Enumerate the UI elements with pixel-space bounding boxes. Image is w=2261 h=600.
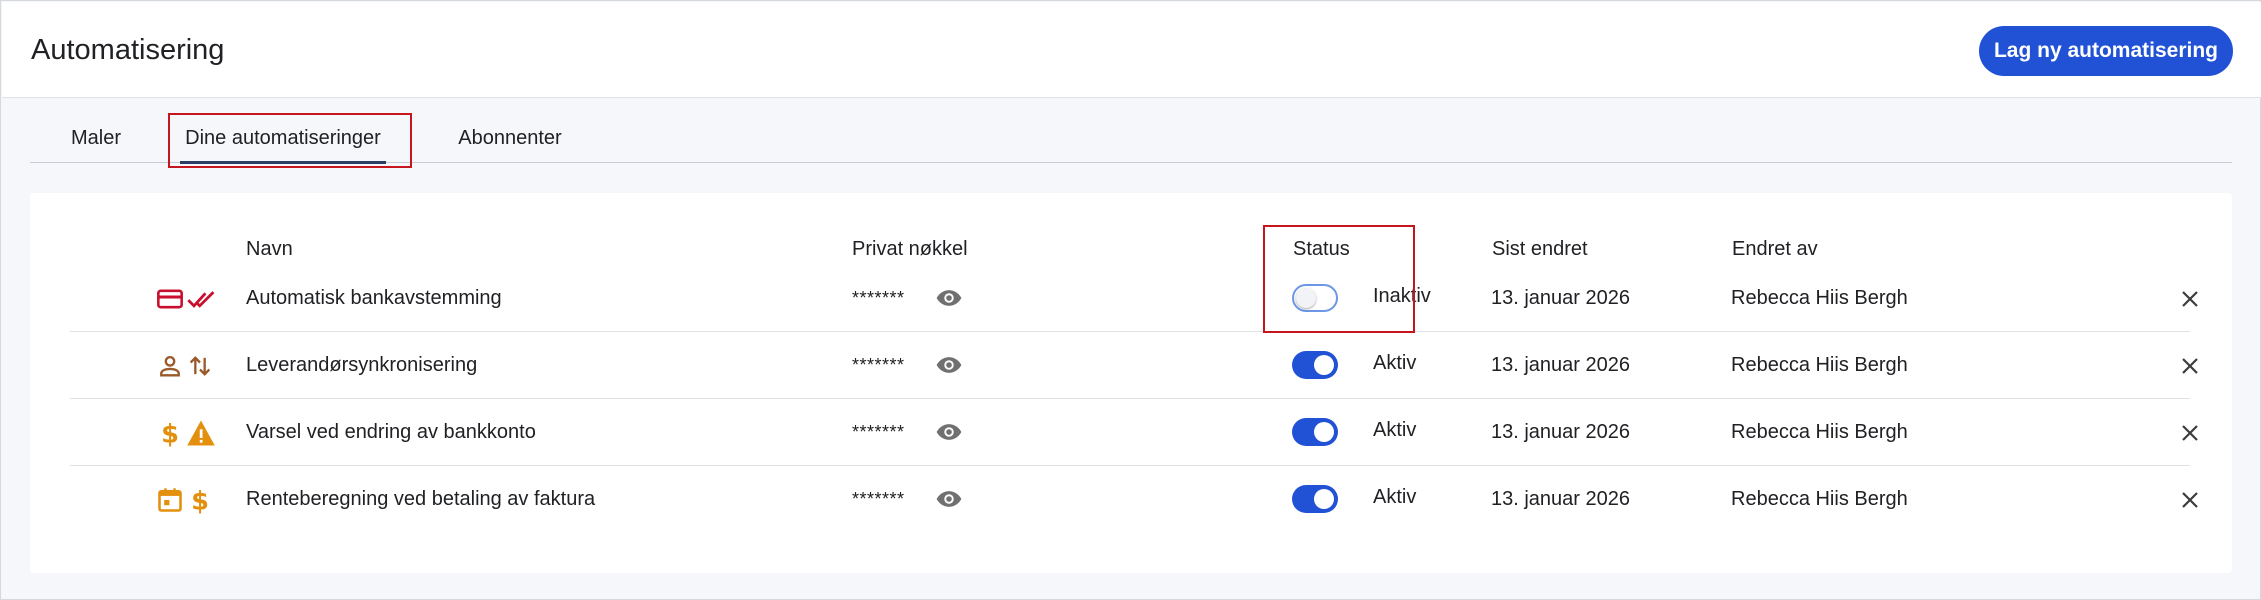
status-label: Aktiv — [1373, 352, 1417, 374]
app-frame: Automatisering Lag ny automatisering Mal… — [0, 0, 2261, 600]
status-toggle[interactable] — [1292, 418, 1338, 446]
column-header-name[interactable]: Navn — [246, 237, 293, 261]
last-changed-date: 13. januar 2026 — [1491, 488, 1631, 510]
close-icon[interactable] — [2180, 490, 2200, 510]
eye-icon[interactable] — [935, 356, 963, 374]
dollar-icon: $ — [161, 419, 179, 447]
automation-name[interactable]: Leverandørsynkronisering — [246, 332, 477, 399]
table-row[interactable]: Automatisk bankavstemming ******* Inakti… — [70, 265, 2198, 332]
private-key-cell: ******* — [852, 265, 962, 332]
highlight-box-status — [1263, 225, 1415, 333]
automations-table-card: Navn Privat nøkkel Status Sist endret En… — [30, 193, 2232, 573]
private-key-mask: ******* — [852, 489, 905, 509]
changed-by-name: Rebecca Hiis Bergh — [1731, 354, 1908, 376]
calendar-icon — [158, 488, 182, 512]
column-header-changed-by[interactable]: Endret av — [1732, 237, 1818, 261]
close-icon[interactable] — [2180, 289, 2200, 309]
status-toggle[interactable] — [1292, 351, 1338, 379]
status-toggle[interactable] — [1292, 485, 1338, 513]
last-changed-date: 13. januar 2026 — [1491, 287, 1631, 309]
toggle-knob — [1314, 422, 1334, 442]
close-icon[interactable] — [2180, 356, 2200, 376]
private-key-cell: ******* — [852, 332, 962, 399]
row-icons — [156, 352, 220, 380]
private-key-mask: ******* — [852, 355, 905, 375]
status-label: Aktiv — [1373, 419, 1417, 441]
changed-by-name: Rebecca Hiis Bergh — [1731, 421, 1908, 443]
row-icons — [156, 285, 220, 313]
eye-icon[interactable] — [935, 490, 963, 508]
eye-icon[interactable] — [935, 289, 963, 307]
column-header-private-key[interactable]: Privat nøkkel — [852, 237, 968, 261]
automation-name[interactable]: Automatisk bankavstemming — [246, 265, 502, 332]
status-label: Aktiv — [1373, 486, 1417, 508]
person-icon — [160, 355, 180, 377]
table-row[interactable]: Leverandørsynkronisering ******* Aktiv 1… — [70, 332, 2198, 399]
column-header-last-changed[interactable]: Sist endret — [1492, 237, 1588, 261]
create-automation-button[interactable]: Lag ny automatisering — [1979, 26, 2233, 76]
tab-abonnenter[interactable]: Abonnenter — [442, 113, 578, 163]
toggle-knob — [1314, 355, 1334, 375]
swap-vertical-icon — [189, 356, 211, 376]
tab-maler[interactable]: Maler — [66, 113, 126, 163]
eye-icon[interactable] — [935, 423, 963, 441]
warning-icon — [187, 420, 215, 446]
page-title: Automatisering — [31, 34, 225, 66]
page-header: Automatisering Lag ny automatisering — [2, 2, 2261, 98]
row-icons: $ — [156, 486, 220, 514]
svg-text:$: $ — [161, 419, 179, 447]
last-changed-date: 13. januar 2026 — [1491, 354, 1631, 376]
table-row[interactable]: $ Varsel ved endring av bankkonto ******… — [70, 399, 2198, 466]
close-icon[interactable] — [2180, 423, 2200, 443]
table-row[interactable]: $ Renteberegning ved betaling av faktura… — [70, 466, 2198, 533]
dollar-icon: $ — [191, 486, 209, 514]
automation-name[interactable]: Varsel ved endring av bankkonto — [246, 399, 536, 466]
row-icons: $ — [156, 419, 220, 447]
double-check-icon — [187, 291, 215, 308]
toggle-knob — [1314, 489, 1334, 509]
private-key-cell: ******* — [852, 399, 962, 466]
private-key-mask: ******* — [852, 422, 905, 442]
svg-text:$: $ — [191, 486, 209, 514]
highlight-box-tab — [168, 113, 412, 168]
last-changed-date: 13. januar 2026 — [1491, 421, 1631, 443]
private-key-mask: ******* — [852, 288, 905, 308]
credit-card-icon — [157, 289, 183, 309]
changed-by-name: Rebecca Hiis Bergh — [1731, 488, 1908, 510]
automation-name[interactable]: Renteberegning ved betaling av faktura — [246, 466, 595, 533]
private-key-cell: ******* — [852, 466, 962, 533]
changed-by-name: Rebecca Hiis Bergh — [1731, 287, 1908, 309]
